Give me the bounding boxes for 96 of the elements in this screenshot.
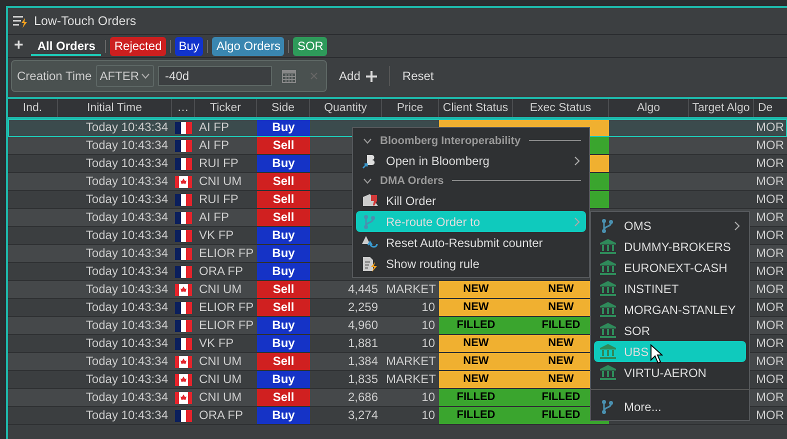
table-cell-text: MARKET	[385, 371, 438, 388]
table-cell-text: MOR	[755, 227, 785, 244]
table-cell-text: MOR	[755, 137, 785, 154]
side-cell: Sell	[257, 389, 310, 406]
table-cell-text: MOR	[755, 407, 785, 424]
status-cell: FILLED	[439, 317, 513, 334]
table-cell-text: Today 10:43:34	[84, 407, 169, 424]
table-cell-text: AI FP	[198, 137, 230, 154]
table-cell-text: Today 10:43:34	[84, 209, 169, 226]
table-cell-text: 4,445	[346, 281, 379, 298]
table-cell-text: MOR	[755, 209, 785, 226]
status-cell: FILLED	[439, 407, 513, 424]
table-cell-text: CNI UM	[198, 371, 243, 388]
table-cell-text: Today 10:43:34	[84, 335, 169, 352]
status-cell: NEW	[439, 371, 513, 388]
side-cell: Sell	[257, 137, 310, 154]
table-cell-text: MOR	[755, 317, 785, 334]
side-cell: Sell	[257, 353, 310, 370]
side-cell: Sell	[257, 191, 310, 208]
table-cell-text: AI FP	[198, 119, 230, 136]
table-cell-text: MOR	[755, 263, 785, 280]
table-cell-text: RUI FP	[198, 155, 240, 172]
table-cell-text: 3,274	[346, 407, 379, 424]
table-cell-text: VK FP	[198, 227, 235, 244]
status-cell: NEW	[439, 281, 513, 298]
table-cell-text: Today 10:43:34	[84, 299, 169, 316]
status-cell: FILLED	[439, 389, 513, 406]
window-title: Low-Touch Orders	[34, 14, 136, 28]
table-cell-text: Today 10:43:34	[84, 317, 169, 334]
table-cell-text: MOR	[755, 389, 785, 406]
table-cell-text: ORA FP	[198, 407, 244, 424]
table-cell-text: Today 10:43:34	[84, 245, 169, 262]
table-cell-text: CNI UM	[198, 353, 243, 370]
side-cell: Buy	[257, 317, 310, 334]
side-cell: Sell	[257, 299, 310, 316]
status-cell: NEW	[439, 299, 513, 316]
table-cell-text: Today 10:43:34	[84, 281, 169, 298]
table-cell-text: Today 10:43:34	[84, 371, 169, 388]
side-cell: Buy	[257, 263, 310, 280]
table-cell-text: MOR	[755, 155, 785, 172]
table-cell-text: 1,835	[346, 371, 379, 388]
table-cell-text: 2,686	[346, 389, 379, 406]
table-cell-text: ELIOR FP	[198, 317, 255, 334]
table-cell-text: 1,881	[346, 335, 379, 352]
side-cell: Buy	[257, 227, 310, 244]
table-cell-text: ELIOR FP	[198, 245, 255, 262]
table-cell-text: Today 10:43:34	[84, 119, 169, 136]
menu-section-label: DMA Orders	[380, 174, 444, 186]
table-cell-text: Today 10:43:34	[84, 137, 169, 154]
side-cell: Sell	[257, 173, 310, 190]
table-cell-text: MOR	[755, 299, 785, 316]
table-cell-text: MOR	[755, 335, 785, 352]
table-cell-text: MOR	[755, 281, 785, 298]
table-cell-text: Today 10:43:34	[84, 353, 169, 370]
side-cell: Buy	[257, 245, 310, 262]
filter-label: Creation Time	[17, 69, 92, 83]
table-cell-text: CNI UM	[198, 173, 243, 190]
table-cell-text: MARKET	[385, 353, 438, 370]
menu-section-label: Bloomberg Interoperability	[380, 134, 521, 146]
side-cell: Buy	[257, 155, 310, 172]
table-cell-text: Today 10:43:34	[84, 389, 169, 406]
table-cell-text: Today 10:43:34	[84, 263, 169, 280]
table-cell-text: Today 10:43:34	[84, 155, 169, 172]
table-cell-text: 10	[420, 335, 436, 352]
table-cell-text: MOR	[755, 119, 785, 136]
status-cell: NEW	[439, 335, 513, 352]
side-cell: Sell	[257, 209, 310, 226]
table-cell-text: MOR	[755, 245, 785, 262]
side-cell: Buy	[257, 407, 310, 424]
side-cell: Buy	[257, 119, 310, 136]
side-cell: Buy	[257, 335, 310, 352]
table-cell-text: ELIOR FP	[198, 299, 255, 316]
side-cell: Sell	[257, 281, 310, 298]
table-cell-text: MOR	[755, 173, 785, 190]
table-cell-text: AI FP	[198, 209, 230, 226]
table-cell-text: ORA FP	[198, 263, 244, 280]
status-cell: NEW	[439, 353, 513, 370]
table-cell-text: Today 10:43:34	[84, 227, 169, 244]
table-cell-text: 1,384	[346, 353, 379, 370]
table-cell-text: RUI FP	[198, 191, 240, 208]
table-cell-text: MARKET	[385, 281, 438, 298]
table-cell-text: 10	[420, 407, 436, 424]
table-cell-text: MOR	[755, 353, 785, 370]
table-cell-text: 10	[420, 317, 436, 334]
table-cell-text: 2,259	[346, 299, 379, 316]
table-cell-text: 10	[420, 389, 436, 406]
table-cell-text: Today 10:43:34	[84, 173, 169, 190]
table-cell-text: 4,960	[346, 317, 379, 334]
table-cell-text: CNI UM	[198, 281, 243, 298]
table-cell-text: 10	[420, 299, 436, 316]
table-cell-text: MOR	[755, 191, 785, 208]
side-cell: Buy	[257, 371, 310, 388]
table-cell-text: CNI UM	[198, 389, 243, 406]
table-cell-text: VK FP	[198, 335, 235, 352]
table-cell-text: MOR	[755, 371, 785, 388]
table-cell-text: Today 10:43:34	[84, 191, 169, 208]
